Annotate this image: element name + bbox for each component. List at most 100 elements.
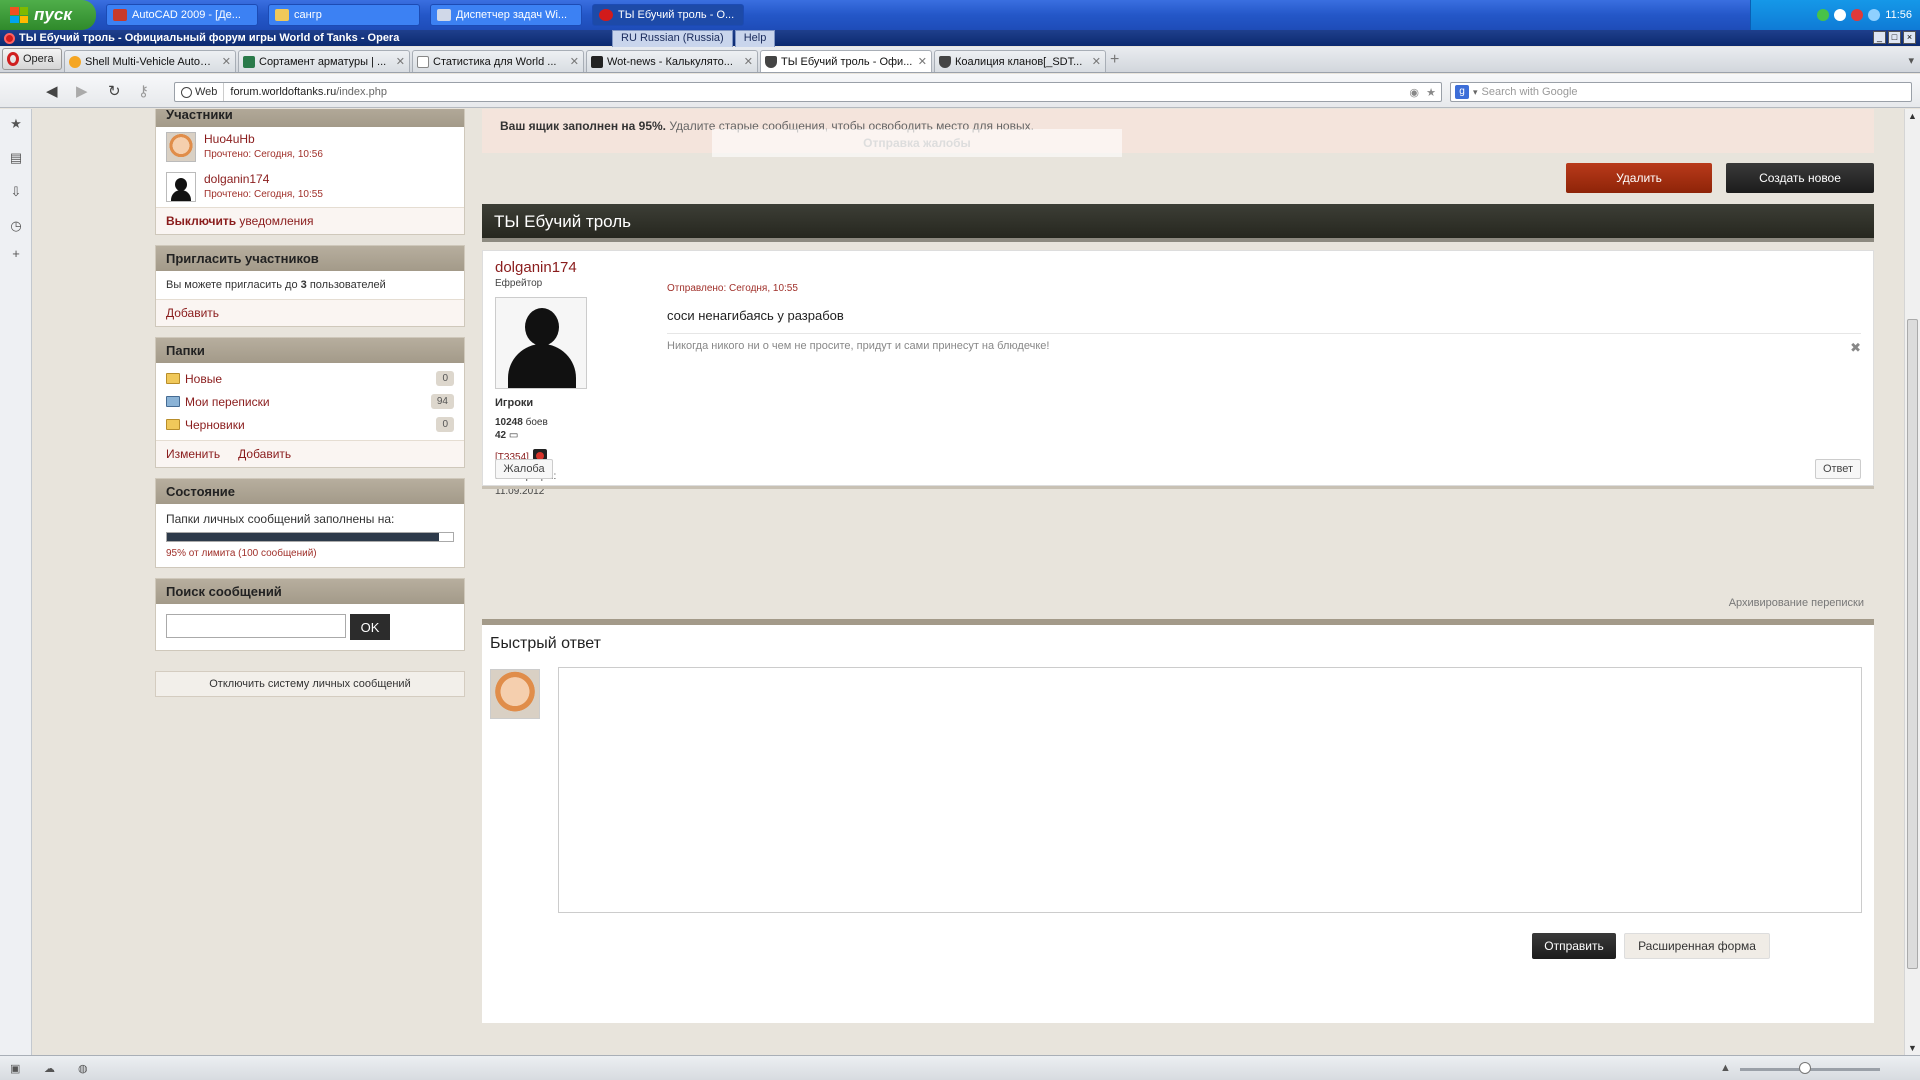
extended-form-button[interactable]: Расширенная форма bbox=[1624, 933, 1770, 959]
invite-text-suffix: пользователей bbox=[309, 279, 386, 291]
archive-conversation-link[interactable]: Архивирование переписки bbox=[1729, 597, 1864, 609]
address-field[interactable]: Web forum.worldoftanks.ru/index.php ◉ ★ bbox=[174, 82, 1442, 102]
url-path: /index.php bbox=[336, 86, 387, 98]
tab-armatura[interactable]: Сортамент арматуры | ... ✕ bbox=[238, 50, 410, 72]
invite-add-link[interactable]: Добавить bbox=[156, 299, 464, 326]
antivirus-icon[interactable] bbox=[1851, 9, 1864, 21]
tab-favicon bbox=[939, 55, 951, 68]
site-info-button[interactable]: Web bbox=[175, 83, 225, 101]
bookmark-star-icon[interactable]: ★ bbox=[1426, 86, 1436, 99]
close-tab-icon[interactable]: ✕ bbox=[744, 55, 753, 68]
add-panel-icon[interactable]: + bbox=[9, 247, 23, 261]
message-search-row: OK bbox=[156, 604, 464, 650]
close-tab-icon[interactable]: ✕ bbox=[1092, 55, 1101, 68]
globe-icon bbox=[181, 86, 192, 98]
tab-favicon bbox=[765, 55, 777, 68]
author-posts: 42 ▭ bbox=[495, 430, 615, 441]
hide-signature-icon[interactable]: ✖ bbox=[1850, 340, 1861, 356]
update-icon[interactable] bbox=[1868, 9, 1881, 21]
taskbar-item-opera[interactable]: ТЫ Ебучий троль - О... bbox=[592, 4, 744, 26]
member-name[interactable]: dolganin174 bbox=[204, 172, 323, 186]
cloud-icon[interactable]: ☁ bbox=[44, 1062, 58, 1075]
new-tab-icon[interactable]: + bbox=[1110, 52, 1119, 68]
address-toolbar: ◀ ▶ ↻ ⚷ Web forum.worldoftanks.ru/index.… bbox=[0, 74, 1920, 108]
close-icon[interactable]: × bbox=[1903, 31, 1916, 44]
message-search-input[interactable] bbox=[166, 614, 346, 638]
avatar[interactable] bbox=[166, 172, 196, 202]
report-button[interactable]: Жалоба bbox=[495, 459, 553, 479]
avatar[interactable] bbox=[166, 132, 196, 162]
member-name[interactable]: Huo4uHb bbox=[204, 132, 323, 146]
new-message-button[interactable]: Создать новое bbox=[1726, 163, 1874, 193]
rss-icon[interactable]: ◉ bbox=[1409, 86, 1419, 99]
folder-item-drafts[interactable]: Черновики 0 bbox=[156, 413, 464, 436]
key-icon[interactable]: ⚷ bbox=[138, 82, 149, 100]
downloads-icon[interactable]: ⇩ bbox=[9, 185, 23, 199]
network-icon[interactable] bbox=[1817, 9, 1830, 21]
close-tab-icon[interactable]: ✕ bbox=[222, 55, 231, 68]
folder-item-new[interactable]: Новые 0 bbox=[156, 367, 464, 390]
taskbar-item-label: AutoCAD 2009 - [Де... bbox=[132, 9, 241, 21]
view-toggle-icon[interactable]: ▲ bbox=[1720, 1062, 1734, 1074]
close-tab-icon[interactable]: ✕ bbox=[918, 55, 927, 68]
notes-icon[interactable]: ▤ bbox=[9, 151, 23, 165]
taskbar-item-folder[interactable]: сангр bbox=[268, 4, 420, 26]
volume-icon[interactable] bbox=[1834, 9, 1847, 21]
back-icon[interactable]: ◀ bbox=[46, 82, 58, 100]
notifications-toggle[interactable]: Выключить уведомления bbox=[156, 207, 464, 234]
task-manager-icon bbox=[437, 9, 451, 21]
tab-wot-news[interactable]: Wot-news - Калькулято... ✕ bbox=[586, 50, 758, 72]
disable-pm-button[interactable]: Отключить систему личных сообщений bbox=[155, 671, 465, 697]
search-field[interactable]: g ▾ Search with Google bbox=[1450, 82, 1912, 102]
search-engine-chevron-icon[interactable]: ▾ bbox=[1473, 87, 1478, 98]
post-timestamp: Отправлено: Сегодня, 10:55 bbox=[667, 283, 798, 294]
tab-forum-active[interactable]: ТЫ Ебучий троль - Офи... ✕ bbox=[760, 50, 932, 72]
opera-menu-button[interactable]: Opera bbox=[2, 48, 62, 70]
forward-icon[interactable]: ▶ bbox=[76, 82, 88, 100]
tab-label: Коалиция кланов[_SDT... bbox=[955, 55, 1083, 68]
zoom-slider-knob[interactable] bbox=[1799, 1062, 1811, 1074]
folder-count: 0 bbox=[436, 417, 454, 432]
reply-button[interactable]: Ответ bbox=[1815, 459, 1861, 479]
scrollbar-thumb[interactable] bbox=[1907, 319, 1918, 969]
bookmarks-star-icon[interactable]: ★ bbox=[9, 117, 23, 131]
scroll-up-icon[interactable]: ▲ bbox=[1908, 111, 1917, 121]
turbo-icon[interactable]: ◍ bbox=[78, 1062, 92, 1075]
tab-statistics[interactable]: Статистика для World ... ✕ bbox=[412, 50, 584, 72]
delete-button[interactable]: Удалить bbox=[1566, 163, 1712, 193]
taskbar-item-task-manager[interactable]: Диспетчер задач Wi... bbox=[430, 4, 582, 26]
reload-icon[interactable]: ↻ bbox=[108, 82, 121, 100]
close-tab-icon[interactable]: ✕ bbox=[396, 55, 405, 68]
status-label: Папки личных сообщений заполнены на: bbox=[166, 512, 395, 526]
window-controls: _ □ × bbox=[1873, 31, 1916, 44]
tab-shell[interactable]: Shell Multi-Vehicle Autom... ✕ bbox=[64, 50, 236, 72]
folder-item-conversations[interactable]: Мои переписки 94 bbox=[156, 390, 464, 413]
send-button[interactable]: Отправить bbox=[1532, 933, 1616, 959]
edit-folders-link[interactable]: Изменить bbox=[166, 447, 220, 461]
minimize-icon[interactable]: _ bbox=[1873, 31, 1886, 44]
google-icon[interactable]: g bbox=[1455, 85, 1469, 99]
author-avatar[interactable] bbox=[495, 297, 587, 389]
tab-bar: Opera Shell Multi-Vehicle Autom... ✕ Сорт… bbox=[0, 47, 1920, 73]
history-clock-icon[interactable]: ◷ bbox=[9, 219, 23, 233]
author-battles: 10248 боев bbox=[495, 417, 615, 428]
avatar bbox=[490, 669, 540, 719]
language-selector[interactable]: RU Russian (Russia) bbox=[612, 30, 733, 48]
post-body: соси ненагибаясь у разрабов bbox=[667, 308, 844, 323]
start-button[interactable]: пуск bbox=[0, 0, 96, 30]
taskbar-item-autocad[interactable]: AutoCAD 2009 - [Де... bbox=[106, 4, 258, 26]
panel-toggle-icon[interactable]: ▣ bbox=[10, 1062, 24, 1075]
author-name[interactable]: dolganin174 bbox=[495, 259, 615, 276]
close-tab-icon[interactable]: ✕ bbox=[570, 55, 579, 68]
add-folder-link[interactable]: Добавить bbox=[238, 447, 291, 461]
page-scrollbar[interactable]: ▲ ▼ bbox=[1904, 109, 1920, 1055]
tab-favicon bbox=[591, 55, 603, 68]
maximize-icon[interactable]: □ bbox=[1888, 31, 1901, 44]
quick-reply-textarea[interactable] bbox=[558, 667, 1862, 913]
scroll-down-icon[interactable]: ▼ bbox=[1908, 1043, 1917, 1053]
message-search-button[interactable]: OK bbox=[350, 614, 390, 640]
tab-list-chevron-icon[interactable]: ▾ bbox=[1908, 54, 1914, 67]
help-button[interactable]: Help bbox=[734, 30, 776, 48]
windows-taskbar: пуск AutoCAD 2009 - [Де... сангр Диспетч… bbox=[0, 0, 1920, 30]
tab-coalition[interactable]: Коалиция кланов[_SDT... ✕ bbox=[934, 50, 1106, 72]
